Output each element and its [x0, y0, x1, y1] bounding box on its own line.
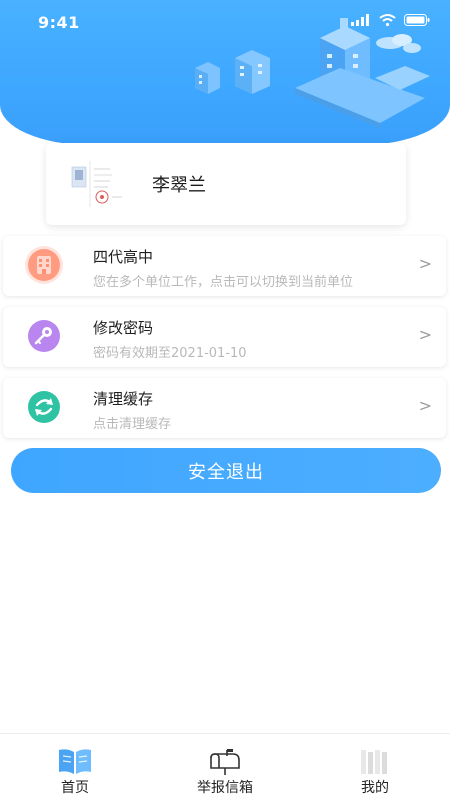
person-icon	[361, 750, 387, 774]
menu-subtitle: 点击清理缓存	[93, 417, 172, 432]
refresh-icon	[25, 388, 63, 426]
status-time: 9:41	[38, 13, 80, 32]
menu-title: 四代高中	[93, 248, 154, 266]
book-icon	[59, 749, 91, 774]
tab-label: 首页	[61, 780, 89, 796]
key-icon	[25, 317, 63, 355]
tab-home[interactable]: 首页	[0, 734, 150, 801]
tab-report-mailbox[interactable]: 举报信箱	[150, 734, 300, 801]
city-buildings-illustration	[195, 18, 430, 128]
header-banner: 9:41	[0, 0, 450, 145]
menu-item-switch-unit[interactable]: 四代高中 您在多个单位工作，点击可以切换到当前单位 >	[3, 236, 446, 296]
avatar	[66, 157, 130, 211]
chevron-right-icon: >	[418, 254, 432, 273]
chevron-right-icon: >	[418, 396, 432, 415]
menu-title: 修改密码	[93, 319, 154, 337]
bottom-nav: 首页 举报信箱 我的	[0, 733, 450, 801]
logout-button[interactable]: 安全退出	[11, 448, 441, 493]
building-icon	[25, 246, 63, 284]
tab-label: 我的	[361, 780, 389, 796]
tab-mine[interactable]: 我的	[300, 734, 450, 801]
profile-card: 李翠兰	[46, 143, 406, 225]
chevron-right-icon: >	[418, 325, 432, 344]
menu-subtitle: 密码有效期至2021-01-10	[93, 346, 247, 361]
user-name: 李翠兰	[152, 175, 206, 196]
menu-item-clear-cache[interactable]: 清理缓存 点击清理缓存 >	[3, 378, 446, 438]
menu-title: 清理缓存	[93, 390, 154, 408]
menu-item-change-password[interactable]: 修改密码 密码有效期至2021-01-10 >	[3, 307, 446, 367]
menu-subtitle: 您在多个单位工作，点击可以切换到当前单位	[93, 275, 354, 290]
mailbox-icon	[210, 749, 240, 775]
tab-label: 举报信箱	[197, 780, 253, 796]
